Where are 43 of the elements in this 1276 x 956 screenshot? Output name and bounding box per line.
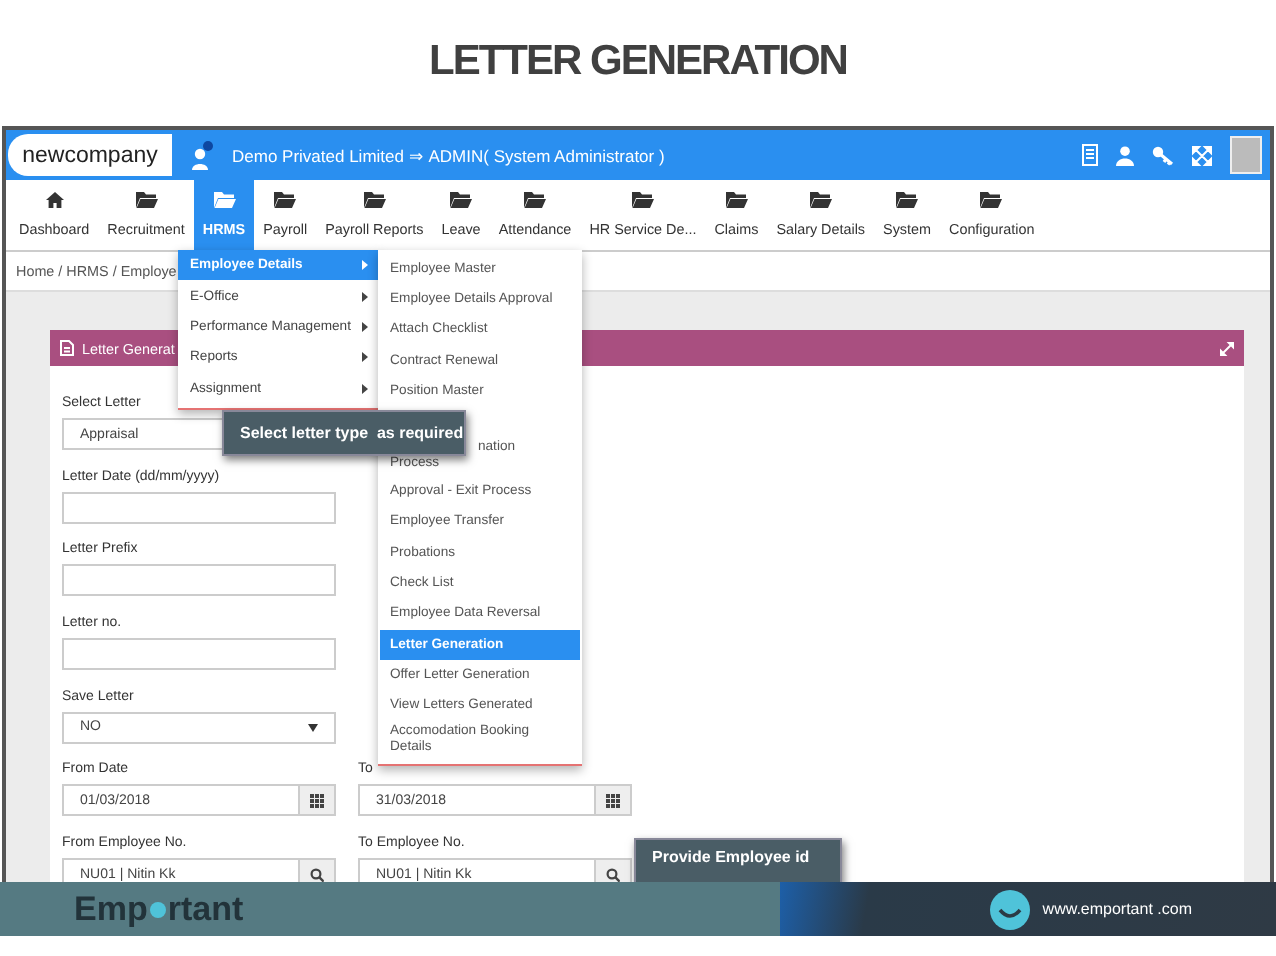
folder-icon	[631, 192, 654, 208]
folder-icon	[274, 192, 297, 208]
caret-icon	[362, 291, 368, 302]
folder-icon	[213, 192, 235, 208]
tooltip: Provide Employee id	[634, 838, 842, 882]
folder-icon	[896, 192, 919, 208]
smiley-icon	[990, 889, 1031, 929]
user-icon[interactable]	[190, 139, 214, 171]
slide-title: LETTER GENERATION	[427, 36, 849, 88]
website-url: www.emportant .com	[1042, 900, 1192, 918]
company-logo: newcompany	[8, 134, 172, 176]
caret-icon	[362, 260, 368, 271]
search-button[interactable]	[596, 858, 632, 882]
search-icon	[606, 867, 620, 882]
input-field[interactable]	[62, 564, 336, 597]
folder-icon	[809, 192, 832, 208]
caret-icon	[362, 321, 368, 332]
brand-logo: Emp rtant	[74, 889, 244, 929]
folder-icon	[524, 192, 546, 208]
folder-icon	[725, 192, 748, 208]
input-field[interactable]	[62, 491, 336, 524]
folder-icon	[450, 192, 473, 208]
calendar-button[interactable]	[596, 784, 632, 817]
home-icon	[45, 192, 64, 208]
folder-icon	[135, 192, 158, 208]
calendar-icon	[606, 793, 620, 808]
key-icon[interactable]	[1152, 145, 1174, 165]
expand-icon[interactable]	[1220, 341, 1234, 355]
caret-icon	[362, 383, 368, 394]
calendar-button[interactable]	[300, 784, 336, 817]
fullscreen-icon[interactable]	[1192, 145, 1212, 165]
bookmark-icon[interactable]	[1082, 144, 1098, 166]
tooltip: Select letter type as required	[222, 410, 466, 456]
search-button[interactable]	[300, 858, 336, 882]
search-icon	[310, 867, 324, 882]
caret-icon	[308, 723, 318, 732]
header-text: Demo Privated Limited ⇒ ADMIN( System Administrator )	[232, 145, 665, 165]
input-field[interactable]	[62, 638, 336, 671]
folder-icon	[980, 192, 1003, 208]
calendar-icon	[310, 793, 324, 808]
document-icon	[60, 340, 74, 356]
folder-icon	[363, 192, 386, 208]
caret-icon	[362, 352, 368, 363]
